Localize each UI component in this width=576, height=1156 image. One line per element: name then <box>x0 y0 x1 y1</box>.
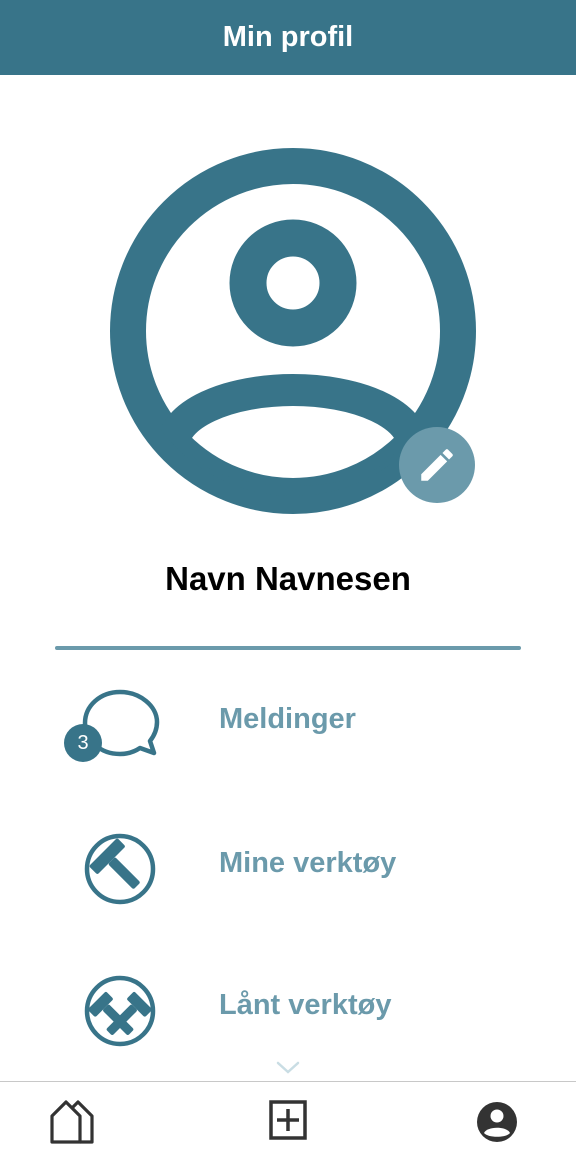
profile-avatar <box>110 148 476 514</box>
hammer-icon <box>84 833 156 905</box>
account-circle-icon <box>477 1102 517 1142</box>
bottom-navigation <box>0 1081 576 1156</box>
pencil-icon <box>421 449 453 481</box>
profile-name: Navn Navnesen <box>165 560 411 597</box>
menu-label-my-tools: Mine verktøy <box>219 847 397 879</box>
app-header: Min profil <box>0 0 576 75</box>
hammers-icon <box>84 975 156 1047</box>
page-title: Min profil <box>222 21 354 53</box>
nav-add-button[interactable] <box>262 1098 314 1146</box>
home-icon <box>50 1100 94 1144</box>
nav-profile-button[interactable] <box>471 1098 523 1146</box>
chevron-down-icon <box>276 1061 300 1074</box>
edit-avatar-button[interactable] <box>399 427 475 503</box>
add-box-icon <box>269 1100 307 1140</box>
menu-item-borrowed-tools[interactable]: Lånt verktøy <box>0 955 576 1065</box>
message-count-badge: 3 <box>64 724 102 762</box>
menu-label-borrowed-tools: Lånt verktøy <box>219 989 392 1021</box>
app-screen: Min profil Navn Navnesen Meldinger 3 Min… <box>0 0 576 1156</box>
menu-label-messages: Meldinger <box>219 703 356 735</box>
nav-home-button[interactable] <box>48 1098 100 1146</box>
divider <box>55 646 521 650</box>
menu-item-my-tools[interactable]: Mine verktøy <box>0 813 576 923</box>
